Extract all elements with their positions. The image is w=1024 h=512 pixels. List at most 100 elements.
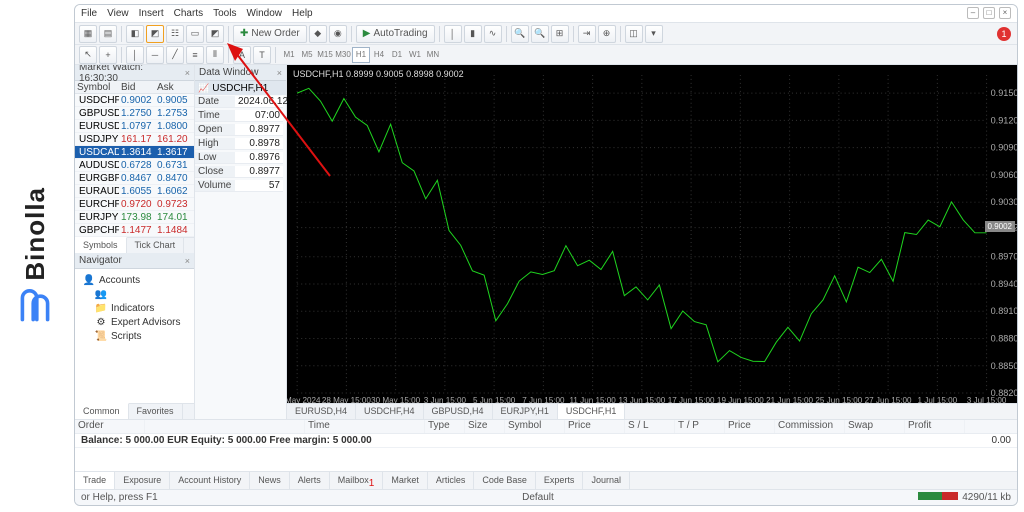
timeframe-M1[interactable]: M1: [280, 47, 298, 63]
mw-row-USDJPY[interactable]: USDJPY161.17161.20: [75, 133, 194, 146]
chart-tab-USDCHF-H1[interactable]: USDCHF,H1: [558, 404, 626, 419]
chart-tab-EURJPY-H1[interactable]: EURJPY,H1: [493, 404, 558, 419]
timeframe-M30[interactable]: M30: [334, 47, 352, 63]
templates-icon[interactable]: ▾: [645, 25, 663, 43]
candle-chart-icon[interactable]: ▮: [464, 25, 482, 43]
term-tab-experts[interactable]: Experts: [536, 472, 584, 489]
dw-time: Time07:00: [195, 109, 286, 123]
term-tab-mailbox[interactable]: Mailbox1: [330, 472, 384, 489]
term-tab-news[interactable]: News: [250, 472, 290, 489]
nav-scripts[interactable]: 📜Scripts: [79, 329, 190, 343]
timeframe-M5[interactable]: M5: [298, 47, 316, 63]
close-icon[interactable]: ×: [185, 68, 190, 78]
mw-row-AUDUSD[interactable]: AUDUSD0.67280.6731: [75, 159, 194, 172]
term-tab-articles[interactable]: Articles: [428, 472, 475, 489]
line-chart-icon[interactable]: ∿: [484, 25, 502, 43]
alert-badge[interactable]: 1: [997, 27, 1011, 41]
term-tab-journal[interactable]: Journal: [583, 472, 630, 489]
text-icon[interactable]: A: [233, 46, 251, 64]
market-watch-icon[interactable]: ◧: [126, 25, 144, 43]
menu-window[interactable]: Window: [246, 8, 282, 19]
autoscroll-icon[interactable]: ⊞: [551, 25, 569, 43]
market-watch-header: SymbolBidAsk: [75, 81, 194, 94]
bar-chart-icon[interactable]: │: [444, 25, 462, 43]
mw-row-EURGBP[interactable]: EURGBP0.84670.8470: [75, 172, 194, 185]
zoom-in-icon[interactable]: 🔍: [511, 25, 529, 43]
indicators-icon[interactable]: ⊕: [598, 25, 616, 43]
menu-view[interactable]: View: [107, 8, 129, 19]
mw-row-EURCHF[interactable]: EURCHF0.97200.9723: [75, 198, 194, 211]
timeframe-MN[interactable]: MN: [424, 47, 442, 63]
mw-row-GBPCHF[interactable]: GBPCHF1.14771.1484: [75, 224, 194, 237]
signals-icon[interactable]: ◉: [329, 25, 347, 43]
nav-indicators[interactable]: 📁Indicators: [79, 301, 190, 315]
menu-help[interactable]: Help: [292, 8, 313, 19]
tab-tick-chart[interactable]: Tick Chart: [127, 238, 185, 253]
chart-area[interactable]: USDCHF,H1 0.8999 0.9005 0.8998 0.9002 0.…: [287, 65, 1017, 419]
minimize-button[interactable]: –: [967, 7, 979, 19]
drawing-toolbar: ↖ + │ ─ ╱ ≡ ⦀ A T M1M5M15M30H1H4D1W1MN: [75, 45, 1017, 65]
term-tab-alerts[interactable]: Alerts: [290, 472, 330, 489]
timeframe-M15[interactable]: M15: [316, 47, 334, 63]
new-order-button[interactable]: ✚New Order: [233, 25, 307, 43]
vline-icon[interactable]: │: [126, 46, 144, 64]
mw-row-USDCAD[interactable]: USDCAD1.36141.3617: [75, 146, 194, 159]
cursor-icon[interactable]: ↖: [79, 46, 97, 64]
term-tab-account-history[interactable]: Account History: [170, 472, 250, 489]
fibo-icon[interactable]: ⦀: [206, 46, 224, 64]
term-tab-code-base[interactable]: Code Base: [474, 472, 536, 489]
term-tab-exposure[interactable]: Exposure: [115, 472, 170, 489]
timeframe-H4[interactable]: H4: [370, 47, 388, 63]
zoom-out-icon[interactable]: 🔍: [531, 25, 549, 43]
nav-accounts[interactable]: 👤Accounts: [79, 273, 190, 287]
metaquotes-icon[interactable]: ◆: [309, 25, 327, 43]
close-icon[interactable]: ×: [185, 256, 190, 266]
tester-icon[interactable]: ◩: [206, 25, 224, 43]
crosshair-icon[interactable]: +: [99, 46, 117, 64]
nav-account[interactable]: 👥: [79, 287, 190, 301]
timeframe-H1[interactable]: H1: [352, 47, 370, 63]
chart-tab-USDCHF-H4[interactable]: USDCHF,H4: [356, 404, 424, 419]
svg-text:0.8910: 0.8910: [991, 306, 1017, 316]
close-button[interactable]: ×: [999, 7, 1011, 19]
chart-tab-GBPUSD-H4[interactable]: GBPUSD,H4: [424, 404, 493, 419]
chart-canvas[interactable]: 0.91500.91200.90900.90600.90300.90020.89…: [287, 65, 1017, 403]
term-tab-trade[interactable]: Trade: [75, 472, 115, 489]
periods-icon[interactable]: ◫: [625, 25, 643, 43]
close-icon[interactable]: ×: [277, 68, 282, 78]
mw-row-USDCHF[interactable]: USDCHF0.90020.9005: [75, 94, 194, 107]
timeframe-D1[interactable]: D1: [388, 47, 406, 63]
hline-icon[interactable]: ─: [146, 46, 164, 64]
balance-row: Balance: 5 000.00 EUR Equity: 5 000.00 F…: [75, 434, 1017, 448]
maximize-button[interactable]: □: [983, 7, 995, 19]
dw-high: High0.8978: [195, 137, 286, 151]
tab-symbols[interactable]: Symbols: [75, 237, 127, 253]
chart-tab-EURUSD-H4[interactable]: EURUSD,H4: [287, 404, 356, 419]
label-icon[interactable]: T: [253, 46, 271, 64]
mw-row-EURJPY[interactable]: EURJPY173.98174.01: [75, 211, 194, 224]
menu-tools[interactable]: Tools: [213, 8, 236, 19]
channel-icon[interactable]: ≡: [186, 46, 204, 64]
data-window-toggle-icon[interactable]: ◩: [146, 25, 164, 43]
autotrading-button[interactable]: ▶AutoTrading: [356, 25, 435, 43]
svg-text:27 Jun 15:00: 27 Jun 15:00: [865, 396, 912, 403]
terminal-icon[interactable]: ▭: [186, 25, 204, 43]
nav-expert-advisors[interactable]: ⚙Expert Advisors: [79, 315, 190, 329]
navigator-icon[interactable]: ☷: [166, 25, 184, 43]
menu-insert[interactable]: Insert: [139, 8, 164, 19]
shift-icon[interactable]: ⇥: [578, 25, 596, 43]
menu-charts[interactable]: Charts: [174, 8, 203, 19]
tab-common[interactable]: Common: [75, 403, 129, 419]
mw-row-EURUSD[interactable]: EURUSD1.07971.0800: [75, 120, 194, 133]
new-order-label: New Order: [251, 28, 299, 39]
mw-row-EURAUD[interactable]: EURAUD1.60551.6062: [75, 185, 194, 198]
profiles-icon[interactable]: ▤: [99, 25, 117, 43]
mw-row-GBPUSD[interactable]: GBPUSD1.27501.2753: [75, 107, 194, 120]
timeframe-W1[interactable]: W1: [406, 47, 424, 63]
tab-favorites[interactable]: Favorites: [129, 404, 183, 419]
svg-text:24 May 2024: 24 May 2024: [287, 396, 321, 403]
term-tab-market[interactable]: Market: [383, 472, 428, 489]
new-chart-icon[interactable]: ▦: [79, 25, 97, 43]
trendline-icon[interactable]: ╱: [166, 46, 184, 64]
menu-file[interactable]: File: [81, 8, 97, 19]
